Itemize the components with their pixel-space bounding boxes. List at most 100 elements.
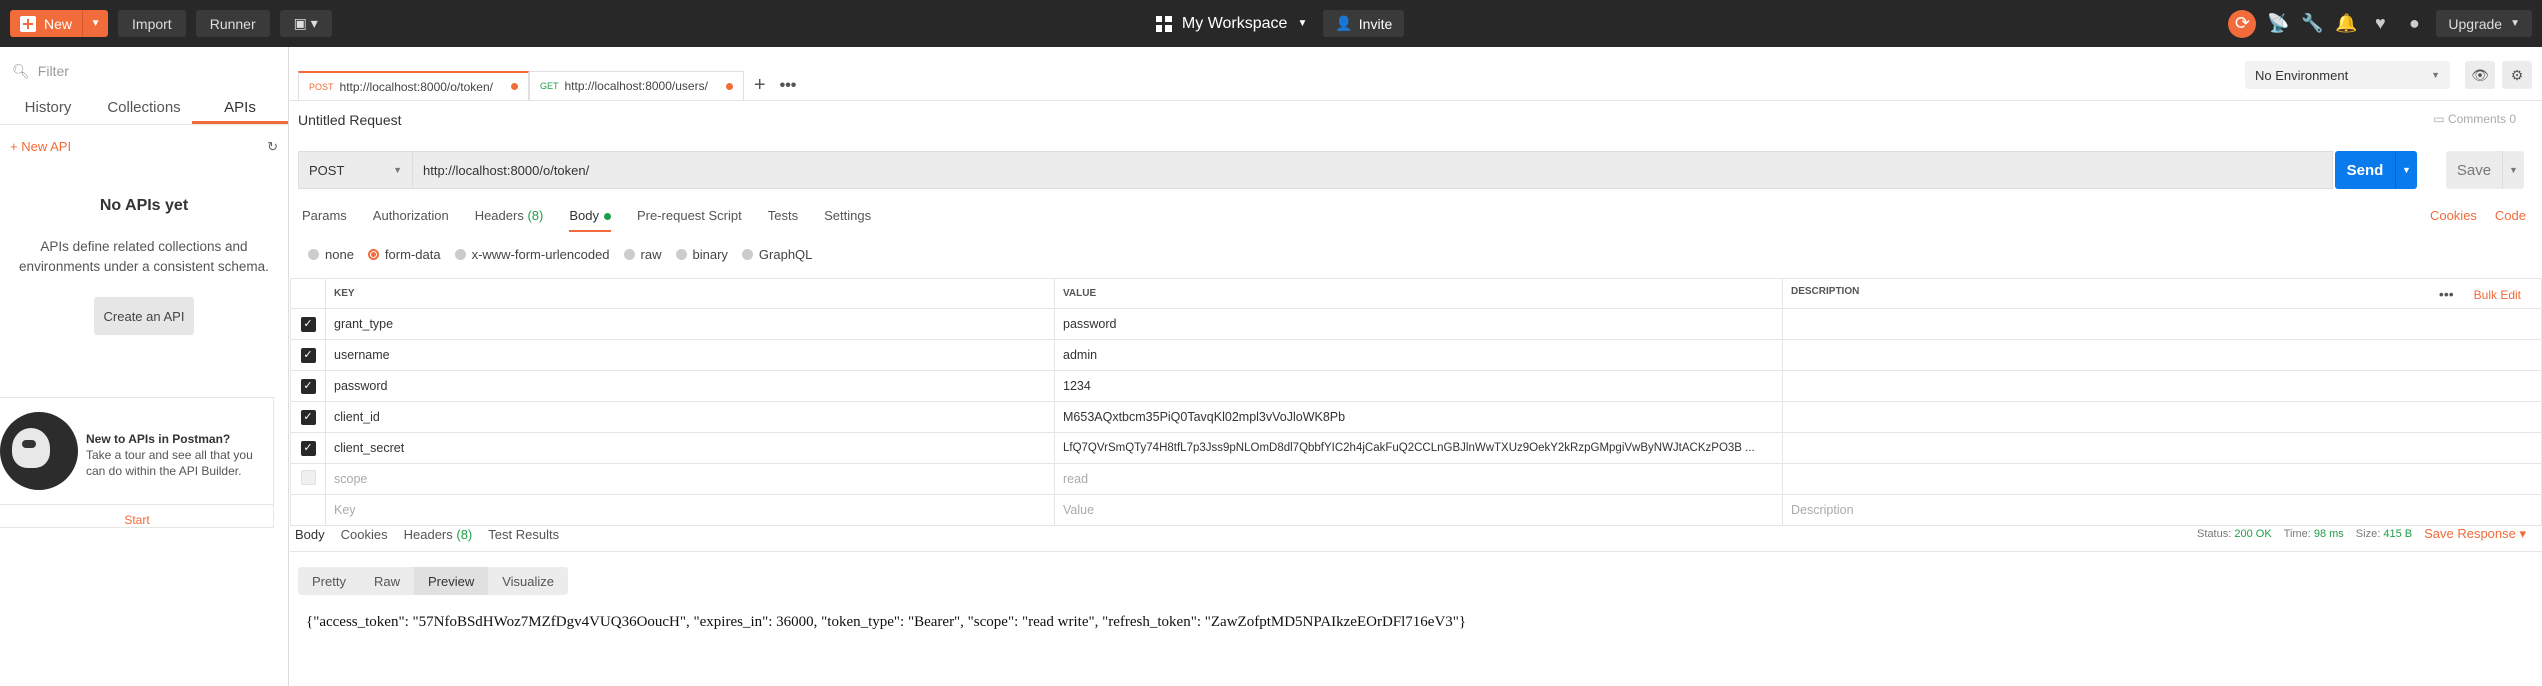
search-icon: 🔍︎ (12, 62, 30, 79)
value-cell[interactable]: read (1054, 463, 1783, 495)
tab-history[interactable]: History (0, 95, 96, 124)
body-type-binary[interactable]: binary (675, 247, 728, 262)
promo-title: New to APIs in Postman? (86, 432, 231, 446)
import-button[interactable]: Import (118, 10, 186, 37)
url-row: POST ▼ http://localhost:8000/o/token/ (298, 151, 2333, 189)
add-tab-button[interactable]: + (754, 74, 766, 97)
tab-apis[interactable]: APIs (192, 95, 288, 124)
tab-response-headers[interactable]: Headers (8) (404, 522, 473, 551)
refresh-icon[interactable]: ↻ (267, 139, 278, 155)
bell-icon[interactable]: 🔔 (2334, 13, 2358, 34)
tab-headers[interactable]: Headers (8) (475, 200, 544, 232)
value-cell[interactable]: admin (1054, 339, 1783, 371)
value-input[interactable]: Value (1054, 494, 1783, 526)
description-input[interactable]: Description (1782, 494, 2542, 526)
save-button[interactable]: Save ▼ (2446, 151, 2524, 189)
body-type-form-data[interactable]: form-data (367, 247, 441, 262)
avatar[interactable]: ● (2402, 13, 2426, 34)
comments-button[interactable]: ▭ Comments 0 (2433, 112, 2516, 126)
upgrade-button[interactable]: Upgrade ▼ (2436, 10, 2532, 37)
description-cell[interactable] (1782, 339, 2542, 371)
send-button[interactable]: Send ▼ (2335, 151, 2417, 189)
tab-settings[interactable]: Settings (824, 200, 871, 232)
more-tabs-button[interactable]: ••• (780, 77, 797, 95)
eye-icon[interactable]: 👁 (2465, 61, 2495, 89)
description-cell[interactable] (1782, 463, 2542, 495)
chevron-down-icon[interactable]: ▼ (82, 10, 108, 37)
request-tab[interactable]: POST http://localhost:8000/o/token/ (298, 70, 529, 101)
tab-response-body[interactable]: Body (295, 522, 325, 551)
key-cell[interactable]: username (325, 339, 1055, 371)
bulk-edit-link[interactable]: Bulk Edit (2474, 288, 2521, 302)
new-window-button[interactable]: ▣ ▾ (279, 10, 332, 37)
gear-icon[interactable]: ⚙ (2502, 61, 2532, 89)
satellite-icon[interactable]: 📡 (2266, 13, 2290, 34)
filter-field[interactable]: 🔍︎ Filter (8, 57, 280, 85)
start-tour-link[interactable]: Start (0, 504, 274, 527)
checkbox[interactable]: ✓ (300, 441, 316, 456)
request-tab[interactable]: GET http://localhost:8000/users/ (528, 70, 744, 101)
view-raw[interactable]: Raw (360, 567, 414, 595)
sync-icon[interactable]: ⟳ (2228, 9, 2257, 38)
key-input[interactable]: Key (325, 494, 1055, 526)
tab-test-results[interactable]: Test Results (488, 522, 559, 551)
save-response-button[interactable]: Save Response ▾ (2424, 526, 2526, 542)
method-select[interactable]: POST ▼ (298, 151, 413, 189)
checkbox[interactable]: ✓ (300, 379, 316, 394)
tab-authorization[interactable]: Authorization (373, 200, 449, 232)
value-cell[interactable]: M653AQxtbcm35PiQ0TavqKl02mpl3vVoJloWK8Pb (1054, 401, 1783, 433)
value-cell[interactable]: password (1054, 308, 1783, 340)
value-cell[interactable]: LfQ7QVrSmQTy74H8tfL7p3Jss9pNLOmD8dl7Qbbf… (1054, 432, 1783, 464)
body-type-urlencoded[interactable]: x-www-form-urlencoded (454, 247, 610, 262)
workspace-selector[interactable]: My Workspace ▼ (1155, 15, 1307, 33)
tab-tests[interactable]: Tests (768, 200, 798, 232)
tab-prerequest-script[interactable]: Pre-request Script (637, 200, 742, 232)
radio-icon (623, 249, 635, 260)
table-row: ✓ grant_type password (290, 308, 2542, 340)
checkbox[interactable] (300, 470, 316, 485)
view-preview[interactable]: Preview (413, 567, 489, 595)
new-api-button[interactable]: + New API (10, 139, 71, 155)
unsaved-dot (725, 82, 733, 90)
invite-button[interactable]: 👤 Invite (1323, 10, 1405, 37)
checkbox[interactable]: ✓ (300, 410, 316, 425)
description-cell[interactable] (1782, 401, 2542, 433)
environment-select[interactable]: No Environment ▼ (2245, 61, 2450, 89)
description-column-header: DESCRIPTION (1791, 285, 1860, 297)
key-cell[interactable]: client_secret (325, 432, 1055, 464)
description-cell[interactable] (1782, 308, 2542, 340)
tab-body[interactable]: Body (569, 200, 611, 232)
body-type-graphql[interactable]: GraphQL (741, 247, 812, 262)
checkbox[interactable]: ✓ (300, 317, 316, 332)
tab-response-cookies[interactable]: Cookies (341, 522, 388, 551)
code-link[interactable]: Code (2495, 208, 2526, 223)
radio-icon (675, 249, 687, 260)
value-cell[interactable]: 1234 (1054, 370, 1783, 402)
body-type-raw[interactable]: raw (623, 247, 662, 262)
new-button[interactable]: New ▼ (10, 10, 109, 37)
more-icon[interactable]: ••• (2439, 286, 2454, 302)
checkbox[interactable]: ✓ (300, 348, 316, 363)
key-cell[interactable]: grant_type (325, 308, 1055, 340)
request-title[interactable]: Untitled Request (298, 112, 402, 128)
description-cell[interactable] (1782, 370, 2542, 402)
key-cell[interactable]: password (325, 370, 1055, 402)
heart-icon[interactable]: ♥ (2368, 13, 2392, 34)
wrench-icon[interactable]: 🔧 (2300, 13, 2324, 34)
view-visualize[interactable]: Visualize (488, 567, 568, 595)
tab-params[interactable]: Params (302, 200, 347, 232)
create-api-button[interactable]: Create an API (94, 297, 194, 335)
runner-button[interactable]: Runner (195, 10, 270, 37)
description-cell[interactable] (1782, 432, 2542, 464)
body-type-none[interactable]: none (308, 247, 354, 262)
key-cell[interactable]: client_id (325, 401, 1055, 433)
table-row: ✓ client_secret LfQ7QVrSmQTy74H8tfL7p3Js… (290, 432, 2542, 464)
chevron-down-icon[interactable]: ▼ (2395, 151, 2417, 189)
cookies-link[interactable]: Cookies (2430, 208, 2477, 223)
main-panel: POST http://localhost:8000/o/token/ GET … (290, 47, 2542, 686)
chevron-down-icon[interactable]: ▼ (2502, 151, 2524, 189)
url-input[interactable]: http://localhost:8000/o/token/ (413, 151, 2333, 189)
key-cell[interactable]: scope (325, 463, 1055, 495)
view-pretty[interactable]: Pretty (298, 567, 360, 595)
tab-collections[interactable]: Collections (96, 95, 192, 124)
